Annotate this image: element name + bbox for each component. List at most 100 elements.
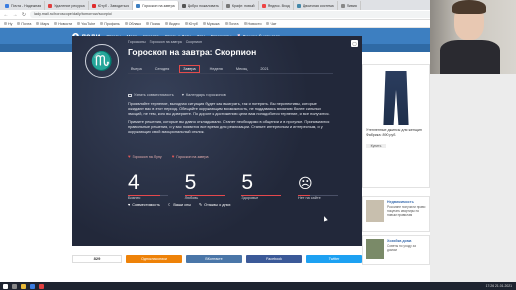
stat-label: Нет на сайте <box>297 196 321 201</box>
news-thumbnail <box>366 200 384 222</box>
explorer-icon[interactable] <box>21 283 26 289</box>
stat-value: 5 <box>184 171 197 194</box>
related-link[interactable]: ♥ Гороскоп на Луну <box>128 154 162 159</box>
browser-tab[interactable]: Яндекс. Вход <box>259 1 294 10</box>
heart-icon: ♥ <box>128 154 131 159</box>
stat-label: Здоровье <box>241 196 259 201</box>
bookmark-label: Профиль <box>104 21 120 26</box>
bookmark-label: Поиск <box>150 21 161 26</box>
os-taskbar: 17:26 21.01.2021 <box>0 282 516 290</box>
bookmark-icon <box>54 22 58 25</box>
browser-tab[interactable]: Гороскоп на завтра <box>133 1 179 10</box>
tab-label: Почта - Надежная <box>11 3 42 8</box>
bookmark-item[interactable]: Музыка <box>202 22 220 26</box>
related-link[interactable]: ♥ Гороскоп на завтра <box>172 154 209 159</box>
tab-label: Гороскоп на завтра <box>142 3 175 8</box>
bookmark-icon <box>243 22 247 25</box>
tab-today[interactable]: Сегодня <box>152 66 173 72</box>
tab-label: Двоичная система <box>302 3 334 8</box>
news-teaser[interactable]: Хозяйка дома Советы по уходу за домом <box>362 235 430 265</box>
bookmark-label: YouTube <box>81 21 96 26</box>
bookmark-label: Облако <box>128 21 142 26</box>
ad-buy-button[interactable]: Купить <box>366 144 386 149</box>
bookmark-item[interactable]: Облако <box>124 21 142 26</box>
related-link-label: Гороскоп на Луну <box>132 154 162 159</box>
bookmark-item[interactable]: Maps <box>36 22 49 26</box>
tab-favicon-icon <box>48 3 53 8</box>
bookmark-icon <box>146 22 150 25</box>
tab-month[interactable]: Месяц <box>233 66 250 72</box>
breadcrumb-item[interactable]: Гороскоп на завтра <box>150 40 182 44</box>
compat-link[interactable]: ♥ Совместимость <box>128 202 160 207</box>
calendar-link[interactable]: ♥ Календарь гороскопов <box>182 93 226 97</box>
link-label: Совместимость <box>132 202 160 207</box>
bookmark-label: Почта <box>228 21 239 26</box>
stat-bar <box>128 195 168 197</box>
tab-yesterday[interactable]: Вчера <box>128 66 145 72</box>
tab-label: Удаление ресурса <box>54 3 85 8</box>
browser-tab[interactable]: Ютуб - Заводиться <box>89 1 134 10</box>
search-icon[interactable] <box>12 283 17 289</box>
share-facebook-button[interactable]: Facebook <box>246 255 302 263</box>
news-title: Недвижимость <box>387 200 414 204</box>
url-input[interactable]: lady.mail.ru/horoscope/daily/tomorrow/sc… <box>30 11 495 18</box>
bookmark-item[interactable]: Почта <box>224 21 239 26</box>
reload-icon[interactable]: ↻ <box>21 12 27 18</box>
bookmark-icon <box>165 22 169 25</box>
reviews-link[interactable]: ✎ Отзывы о днях <box>199 202 231 208</box>
more-icon[interactable]: ▢ <box>351 40 358 47</box>
back-icon[interactable]: ← <box>3 12 9 18</box>
browser-tab[interactable]: Удаление ресурса <box>45 1 89 10</box>
breadcrumb-item[interactable]: Скорпион <box>186 40 202 44</box>
browser-tab[interactable]: Крафт. новый <box>223 1 259 10</box>
tab-label: Крафт. новый <box>231 3 255 8</box>
bookmark-label: Видео <box>169 21 180 26</box>
breadcrumb-item[interactable]: Гороскопы <box>128 40 146 44</box>
bookmark-item[interactable]: Чат <box>266 22 276 26</box>
share-twitter-button[interactable]: Twitter <box>306 255 362 263</box>
bookmark-item[interactable]: Профиль <box>100 22 120 26</box>
bookmark-item[interactable]: Видео <box>165 22 180 26</box>
browser-tab[interactable]: Двоичная система <box>294 1 338 10</box>
desktop-background <box>430 74 516 282</box>
bookmark-item[interactable]: Ну <box>4 22 12 26</box>
tabs-divider <box>128 73 333 74</box>
bookmark-item[interactable]: YouTube <box>77 22 95 26</box>
browser-tab[interactable]: Ливия <box>338 1 361 10</box>
tab-label: Ютуб - Заводиться <box>97 3 130 8</box>
scorpio-sign-icon: ♏ <box>85 44 119 78</box>
dreams-link[interactable]: ☾ Ваши сны <box>168 202 191 208</box>
news-text: Советы по уходу за домом <box>387 244 416 253</box>
news-teaser[interactable]: Недвижимость Россияне получили право пок… <box>362 196 430 232</box>
browser-tab[interactable]: Добро пожаловать <box>179 1 223 10</box>
tab-year[interactable]: 2021 <box>257 66 271 72</box>
share-ok-button[interactable]: Одноклассники <box>126 255 182 263</box>
heart-icon: ♥ <box>171 154 175 159</box>
bookmark-item[interactable]: Новости <box>54 22 72 26</box>
tab-label: Ливия <box>346 3 357 8</box>
tab-label: Добро пожаловать <box>187 3 219 8</box>
bookmark-item[interactable]: Ютуб <box>184 22 198 26</box>
forward-icon[interactable]: → <box>12 12 18 18</box>
browser-icon[interactable] <box>30 283 35 289</box>
bookmark-icon <box>77 22 81 25</box>
tab-tomorrow[interactable]: Завтра <box>179 65 200 73</box>
compatibility-link[interactable]: Узнать совместимость <box>128 93 174 97</box>
bookmark-item[interactable]: Поиск <box>146 22 160 26</box>
tab-favicon-icon <box>181 3 186 8</box>
stat-bar <box>184 195 225 197</box>
bookmark-item[interactable]: Почта <box>17 22 31 26</box>
tab-favicon-icon <box>5 3 9 8</box>
bookmark-icon <box>202 22 206 25</box>
person-body <box>440 40 500 74</box>
browser-tab[interactable]: Почта - Надежная <box>2 1 46 10</box>
share-vk-button[interactable]: ВКонтакте <box>186 255 242 263</box>
forecast-text: Проявляйте терпение, выгодная ситуация б… <box>128 101 333 135</box>
start-icon[interactable] <box>3 283 8 289</box>
bookmark-item[interactable]: Новости <box>243 22 261 26</box>
tab-week[interactable]: Неделя <box>207 66 226 72</box>
bookmark-icon <box>4 22 7 25</box>
webcam-overlay <box>430 0 516 74</box>
chrome-icon[interactable] <box>39 283 44 289</box>
product-ad[interactable]: Утепленные джинсы для женщин Фабрика: 89… <box>362 64 430 188</box>
